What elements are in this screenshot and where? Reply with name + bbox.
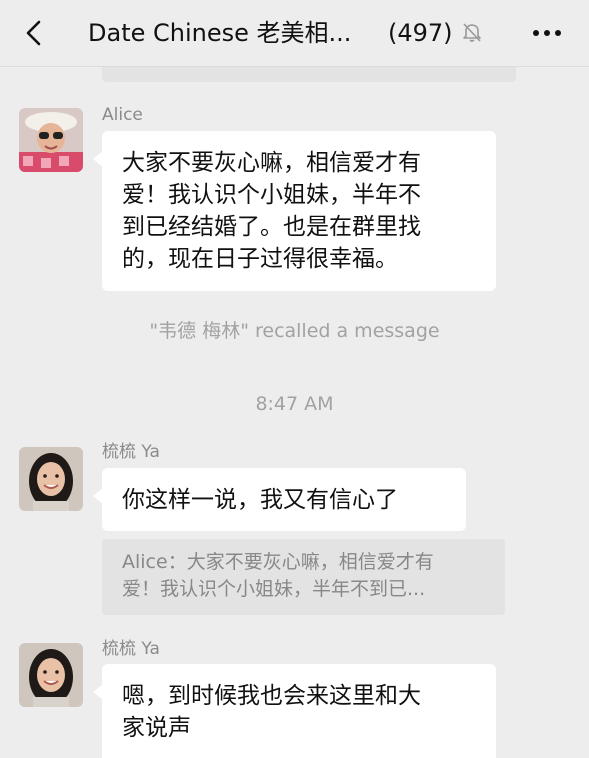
message-bubble[interactable]: 大家不要灰心嘛，相信爱才有 爱！我认识个小姐妹，半年不 到已经结婚了。也是在群里… — [93, 131, 496, 291]
bell-muted-icon — [461, 21, 483, 43]
message-line: 嗯，到时候我也会来这里和大 — [122, 683, 421, 709]
message-line: 爱！我认识个小姐妹，半年不 — [122, 182, 421, 208]
quote-line: Alice：大家不要灰心嘛，相信爱才有 — [122, 551, 434, 573]
message-line: 家说声 — [122, 715, 191, 741]
message-line: 的，现在日子过得很幸福。 — [122, 246, 398, 272]
ellipsis-icon — [533, 30, 561, 36]
member-count: (497) — [388, 19, 453, 47]
avatar-ya[interactable] — [19, 643, 83, 707]
sender-name: 梳梳 Ya — [102, 442, 160, 462]
chat-screen: Alice 大家不要灰心嘛，相信爱才有 爱！我认识个小姐妹，半年不 到已经结婚了… — [0, 0, 589, 758]
recall-notice: "韦德 梅林" recalled a message — [149, 320, 440, 342]
message-line: 你这样一说，我又有信心了 — [122, 487, 398, 513]
quote-line: 爱！我认识个小姐妹，半年不到已... — [122, 578, 426, 600]
sender-name: Alice — [102, 105, 143, 125]
back-button[interactable] — [20, 18, 50, 48]
message-line: 到已经结婚了。也是在群里找 — [122, 214, 421, 240]
timestamp: 8:47 AM — [255, 393, 334, 415]
message-bubble[interactable]: 你这样一说，我又有信心了 — [93, 468, 466, 531]
message-line: 大家不要灰心嘛，相信爱才有 — [122, 150, 421, 176]
chevron-left-icon — [26, 20, 41, 46]
chat-header: Date Chinese 老美相... (497) — [0, 0, 589, 67]
message-bubble[interactable]: 嗯，到时候我也会来这里和大 家说声 — [93, 664, 496, 758]
sender-name: 梳梳 Ya — [102, 639, 160, 659]
chat-title[interactable]: Date Chinese 老美相... — [88, 17, 351, 49]
quoted-message[interactable]: Alice：大家不要灰心嘛，相信爱才有 爱！我认识个小姐妹，半年不到已... — [102, 539, 505, 615]
avatar-alice[interactable] — [19, 108, 83, 172]
message-list[interactable]: Alice 大家不要灰心嘛，相信爱才有 爱！我认识个小姐妹，半年不 到已经结婚了… — [0, 0, 589, 758]
more-button[interactable] — [530, 20, 564, 46]
avatar-ya[interactable] — [19, 447, 83, 511]
